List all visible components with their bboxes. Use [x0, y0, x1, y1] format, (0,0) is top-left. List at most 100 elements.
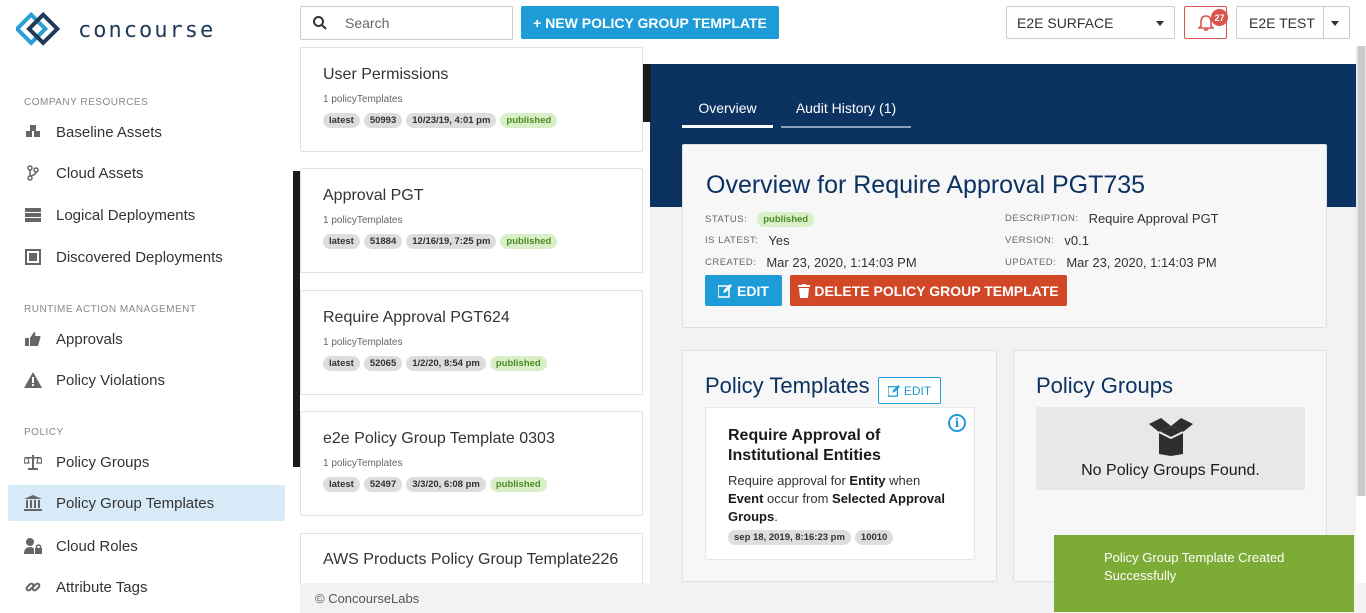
notification-count-badge: 27: [1211, 9, 1228, 26]
open-box-icon: [1148, 418, 1193, 456]
policy-template-card[interactable]: i Require Approval of Institutional Enti…: [705, 407, 975, 560]
description-value: Require Approval PGT: [1088, 211, 1219, 226]
sidebar-item-discovered-deployments[interactable]: Discovered Deployments: [8, 239, 285, 275]
sidebar-item-label: Attribute Tags: [56, 578, 148, 596]
notifications-button[interactable]: 27: [1184, 6, 1228, 39]
user-menu-button[interactable]: E2E TEST: [1236, 6, 1350, 39]
tab-audit-history[interactable]: Audit History (1): [781, 100, 911, 128]
sidebar-item-policy-violations[interactable]: Policy Violations: [8, 362, 285, 398]
search-input[interactable]: [345, 15, 495, 31]
chip-status: published: [489, 477, 547, 492]
chip-status: published: [489, 356, 547, 371]
sidebar-item-policy-groups[interactable]: Policy Groups: [8, 444, 285, 480]
sidebar-item-cloud-assets[interactable]: Cloud Assets: [8, 155, 285, 191]
sidebar-item-label: Policy Group Templates: [56, 494, 215, 512]
chip-date: 12/16/19, 7:25 pm: [406, 234, 497, 249]
edit-button[interactable]: EDIT: [705, 275, 782, 306]
user-name: E2E TEST: [1249, 14, 1315, 31]
updated-row: UPDATED: Mar 23, 2020, 1:14:03 PM: [1005, 255, 1217, 270]
sidebar-item-baseline-assets[interactable]: Baseline Assets: [8, 114, 285, 150]
sidebar-item-approvals[interactable]: Approvals: [8, 321, 285, 357]
list-item[interactable]: Require Approval PGT624 1 policyTemplate…: [300, 290, 643, 395]
divider: [1323, 7, 1324, 38]
new-policy-group-template-button[interactable]: + NEW POLICY GROUP TEMPLATE: [521, 6, 779, 39]
scrollbar-thumb[interactable]: [1358, 46, 1365, 496]
chip-id: 52497: [363, 477, 403, 492]
sidebar-item-policy-group-templates[interactable]: Policy Group Templates: [8, 485, 285, 521]
chip-id: 52065: [363, 356, 403, 371]
empty-state-text: No Policy Groups Found.: [1081, 462, 1260, 479]
sidebar-item-attribute-tags[interactable]: Attribute Tags: [8, 569, 285, 605]
edit-policy-templates-button[interactable]: EDIT: [878, 377, 941, 404]
chip-id: 50993: [363, 113, 403, 128]
thumbs-up-icon: [24, 330, 42, 348]
list-item-title: AWS Products Policy Group Template226: [323, 551, 619, 568]
version-label: VERSION:: [1005, 235, 1055, 246]
text-segment: when: [885, 473, 921, 488]
search-box[interactable]: [300, 6, 513, 40]
trash-icon: [798, 283, 811, 298]
created-row: CREATED: Mar 23, 2020, 1:14:03 PM: [705, 255, 917, 270]
is-latest-row: IS LATEST: Yes: [705, 233, 790, 248]
status-badge: published: [757, 212, 815, 227]
status-label: STATUS:: [705, 214, 748, 225]
warning-icon: [24, 371, 42, 389]
chip-date: 10/23/19, 4:01 pm: [406, 113, 497, 128]
status-row: STATUS: published: [705, 212, 815, 227]
list-item-title: User Permissions: [323, 66, 449, 83]
section-policy: POLICY: [24, 427, 64, 438]
server-icon: [24, 206, 42, 224]
cubes-icon: [24, 123, 42, 141]
policy-template-title: Require Approval of Institutional Entiti…: [728, 427, 881, 464]
section-runtime-action-management: RUNTIME ACTION MANAGEMENT: [24, 304, 197, 315]
list-item-title: e2e Policy Group Template 0303: [323, 430, 555, 447]
updated-value: Mar 23, 2020, 1:14:03 PM: [1066, 255, 1217, 270]
environment-select[interactable]: E2E SURFACE: [1006, 6, 1175, 39]
delete-button-label: DELETE POLICY GROUP TEMPLATE: [814, 282, 1059, 299]
policy-templates-panel: Policy Templates EDIT i Require Approval…: [682, 350, 997, 582]
sidebar-item-label: Policy Violations: [56, 371, 165, 389]
logo[interactable]: concourse: [16, 12, 215, 48]
text-segment: Require approval for: [728, 473, 850, 488]
institution-icon: [24, 494, 42, 512]
logo-text: concourse: [78, 17, 216, 43]
edit-button-label: EDIT: [737, 282, 769, 299]
toast-message: Policy Group Template Created Successful…: [1104, 550, 1285, 583]
chip-latest: latest: [323, 356, 360, 371]
chip-date: 1/2/20, 8:54 pm: [406, 356, 486, 371]
sidebar-item-label: Policy Groups: [56, 453, 150, 471]
list-item[interactable]: AWS Products Policy Group Template226: [300, 533, 643, 583]
text-segment: occur from: [763, 491, 833, 506]
chip-date: 3/3/20, 6:08 pm: [406, 477, 486, 492]
list-item-subtitle: 1 policyTemplates: [323, 215, 403, 226]
list-item[interactable]: Approval PGT 1 policyTemplates latest 51…: [300, 168, 643, 273]
is-latest-value: Yes: [768, 233, 790, 248]
event-term: Event: [728, 491, 764, 506]
chip-latest: latest: [323, 477, 360, 492]
info-icon[interactable]: i: [948, 414, 966, 432]
empty-state: No Policy Groups Found.: [1036, 407, 1305, 490]
sidebar: concourse COMPANY RESOURCES Baseline Ass…: [0, 0, 300, 613]
page-title: Overview for Require Approval PGT735: [706, 171, 1146, 199]
list-item[interactable]: e2e Policy Group Template 0303 1 policyT…: [300, 411, 643, 516]
chip-latest: latest: [323, 234, 360, 249]
sidebar-item-label: Cloud Roles: [56, 537, 138, 555]
sidebar-item-cloud-roles[interactable]: Cloud Roles: [8, 528, 285, 564]
list-item[interactable]: User Permissions 1 policyTemplates lates…: [300, 47, 643, 152]
entity-term: Entity: [849, 473, 886, 488]
delete-template-button[interactable]: DELETE POLICY GROUP TEMPLATE: [790, 275, 1067, 306]
chip-status: published: [500, 113, 558, 128]
chip-date: sep 18, 2019, 8:16:23 pm: [728, 530, 851, 545]
chip-id: 51884: [363, 234, 403, 249]
sidebar-item-logical-deployments[interactable]: Logical Deployments: [8, 197, 285, 233]
environment-value: E2E SURFACE: [1017, 14, 1114, 31]
success-toast[interactable]: Policy Group Template Created Successful…: [1054, 535, 1354, 612]
branch-icon: [24, 164, 42, 182]
policy-groups-heading: Policy Groups: [1036, 373, 1173, 398]
tab-overview[interactable]: Overview: [682, 100, 773, 128]
footer-text: © ConcourseLabs: [315, 591, 420, 606]
chevron-down-icon[interactable]: [1331, 21, 1339, 26]
edit-icon: [718, 283, 733, 298]
updated-label: UPDATED:: [1005, 257, 1057, 268]
user-lock-icon: [24, 537, 42, 555]
